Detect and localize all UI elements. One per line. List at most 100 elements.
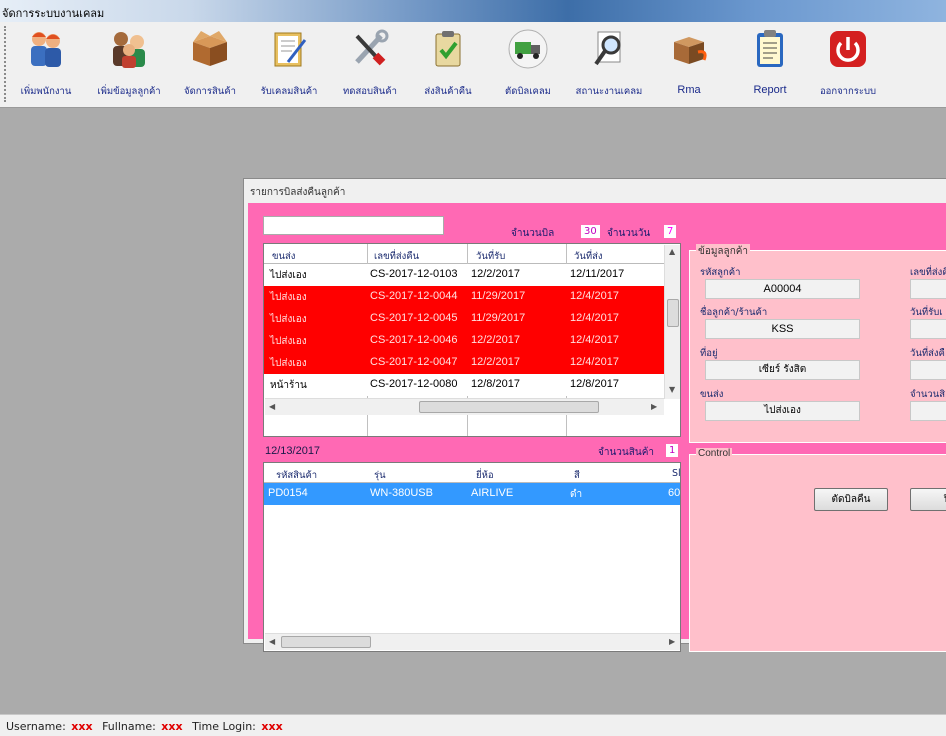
cell-sn: 60: [668, 487, 681, 499]
magnifier-icon: [594, 31, 621, 66]
column-header[interactable]: ขนส่ง: [272, 249, 295, 264]
toolbar-label: เพิ่มข้อมูลลูกค้า: [97, 86, 161, 97]
table-row[interactable]: ไปส่งเอง CS-2017-12-0103 12/2/2017 12/11…: [264, 264, 680, 286]
cell-received: 11/29/2017: [471, 290, 526, 302]
column-header[interactable]: สี: [574, 468, 580, 483]
toolbar-label: Rma: [677, 84, 701, 96]
cell-transport: ไปส่งเอง: [270, 358, 307, 369]
table-row[interactable]: ไปส่งเอง CS-2017-12-0047 12/2/2017 12/4/…: [264, 352, 680, 374]
rma-button[interactable]: Rma: [660, 28, 718, 100]
cell-return-no: CS-2017-12-0080: [370, 378, 458, 390]
cell-return-no: CS-2017-12-0047: [370, 356, 458, 368]
table-row[interactable]: ไปส่งเอง CS-2017-12-0045 11/29/2017 12/4…: [264, 308, 680, 330]
received-date-label: วันที่รับเ: [910, 307, 943, 318]
cell-code: PD0154: [268, 487, 308, 499]
table-row[interactable]: PD0154 WN-380USB AIRLIVE ดำ 60: [264, 483, 680, 505]
customer-code-field[interactable]: A00004: [705, 279, 860, 299]
group-title: Control: [696, 448, 733, 459]
address-field[interactable]: เซียร์ รังสิต: [705, 360, 860, 380]
cut-bill-button[interactable]: ตัดบิลคืน: [814, 488, 888, 511]
column-header[interactable]: รหัสสินค้า: [276, 468, 317, 483]
cell-color: ดำ: [570, 489, 583, 500]
scroll-thumb[interactable]: [667, 299, 679, 327]
claim-status-button[interactable]: สถานะงานเคลม: [568, 28, 650, 100]
return-products-button[interactable]: ส่งสินค้าคืน: [414, 28, 482, 100]
customer-name-field[interactable]: KSS: [705, 319, 860, 339]
cell-transport: ไปส่งเอง: [270, 314, 307, 325]
test-products-button[interactable]: ทดสอบสินค้า: [334, 28, 406, 100]
customer-name-label: ชื่อลูกค้า/ร้านค้า: [700, 307, 768, 318]
cell-received: 12/2/2017: [471, 334, 520, 346]
scroll-down-icon[interactable]: ▼: [669, 385, 675, 394]
delivery-truck-icon: [508, 29, 548, 69]
add-employee-button[interactable]: เพิ่มพนักงาน: [10, 28, 82, 100]
items-grid-header: รหัสสินค้า รุ่น ยี่ห้อ สี Sl: [264, 463, 680, 483]
cut-claim-bill-button[interactable]: ตัดบิลเคลม: [494, 28, 562, 100]
column-header[interactable]: รุ่น: [374, 468, 386, 483]
window-title: รายการบิลส่งคืนลูกค้า: [250, 187, 346, 198]
table-row[interactable]: ไปส่งเอง CS-2017-12-0046 12/2/2017 12/4/…: [264, 330, 680, 352]
transport-field[interactable]: ไปส่งเอง: [705, 401, 860, 421]
product-box-icon: [193, 31, 227, 66]
close-button[interactable]: ปิ: [910, 488, 946, 511]
quantity-label: จำนวนสิ: [910, 389, 946, 400]
column-header[interactable]: ยี่ห้อ: [476, 468, 494, 483]
items-horizontal-scrollbar[interactable]: ◀ ▶: [265, 633, 680, 650]
cell-received: 12/2/2017: [471, 268, 520, 280]
toolbar-grip[interactable]: [4, 26, 6, 102]
fullname-value: xxx: [161, 720, 183, 733]
group-title: ข้อมูลลูกค้า: [696, 244, 751, 259]
cell-received: 12/2/2017: [471, 356, 520, 368]
day-count-label: จำนวนวัน: [607, 228, 651, 239]
column-header[interactable]: วันที่รับ: [476, 249, 505, 264]
bill-count-value: 30: [581, 225, 600, 238]
column-header[interactable]: เลขที่ส่งคืน: [374, 249, 419, 264]
bills-grid[interactable]: ขนส่ง เลขที่ส่งคืน วันที่รับ วันที่ส่ง ไ…: [263, 243, 681, 437]
item-count-label: จำนวนสินค้า: [598, 447, 655, 458]
column-header[interactable]: วันที่ส่ง: [574, 249, 603, 264]
scroll-left-icon[interactable]: ◀: [269, 637, 275, 646]
bills-grid-header: ขนส่ง เลขที่ส่งคืน วันที่รับ วันที่ส่ง: [264, 244, 680, 264]
add-customer-button[interactable]: เพิ่มข้อมูลลูกค้า: [88, 28, 170, 100]
tools-icon: [355, 29, 389, 66]
receive-claim-button[interactable]: รับเคลมสินค้า: [250, 28, 328, 100]
scroll-right-icon[interactable]: ▶: [651, 402, 657, 411]
manage-products-button[interactable]: จัดการสินค้า: [176, 28, 244, 100]
cell-sent: 12/4/2017: [570, 334, 619, 346]
report-button[interactable]: Report: [740, 28, 800, 100]
receive-claim-icon: [274, 32, 307, 67]
scroll-thumb[interactable]: [281, 636, 371, 648]
login-time-label: Time Login:: [192, 720, 256, 733]
items-grid[interactable]: รหัสสินค้า รุ่น ยี่ห้อ สี Sl PD0154 WN-3…: [263, 462, 681, 652]
cell-sent: 12/11/2017: [570, 268, 625, 280]
toolbar-label: ตัดบิลเคลม: [505, 86, 551, 97]
login-time-value: xxx: [261, 720, 283, 733]
scroll-up-icon[interactable]: ▲: [669, 247, 675, 256]
table-row[interactable]: ไปส่งเอง CS-2017-12-0044 11/29/2017 12/4…: [264, 286, 680, 308]
sent-date-field[interactable]: [910, 360, 946, 380]
cell-return-no: CS-2017-12-0045: [370, 312, 458, 324]
quantity-field[interactable]: [910, 401, 946, 421]
toolbar-label: จัดการสินค้า: [184, 86, 236, 97]
cell-sent: 12/4/2017: [570, 356, 619, 368]
status-bar: Username: xxx Fullname: xxx Time Login: …: [0, 714, 946, 736]
checklist-icon: [435, 31, 461, 67]
toolbar-label: ออกจากระบบ: [819, 86, 877, 97]
main-toolbar: เพิ่มพนักงาน เพิ่มข้อมูลลูกค้า จัดการสิน…: [0, 22, 946, 108]
scroll-left-icon[interactable]: ◀: [269, 402, 275, 411]
cell-brand: AIRLIVE: [471, 487, 514, 499]
cell-received: 12/8/2017: [471, 378, 520, 390]
sent-date-label: วันที่ส่งคื: [910, 348, 945, 359]
search-input[interactable]: [263, 216, 444, 235]
username-value: xxx: [71, 720, 93, 733]
bills-vertical-scrollbar[interactable]: ▲ ▼: [664, 245, 680, 399]
return-no-field[interactable]: [910, 279, 946, 299]
toolbar-label: Report: [753, 84, 787, 96]
bills-horizontal-scrollbar[interactable]: ◀ ▶: [265, 398, 664, 415]
scroll-thumb[interactable]: [419, 401, 599, 413]
received-date-field[interactable]: [910, 319, 946, 339]
logout-button[interactable]: ออกจากระบบ: [810, 28, 886, 100]
column-header[interactable]: Sl: [672, 468, 680, 479]
table-row[interactable]: หน้าร้าน CS-2017-12-0080 12/8/2017 12/8/…: [264, 374, 680, 396]
scroll-right-icon[interactable]: ▶: [669, 637, 675, 646]
